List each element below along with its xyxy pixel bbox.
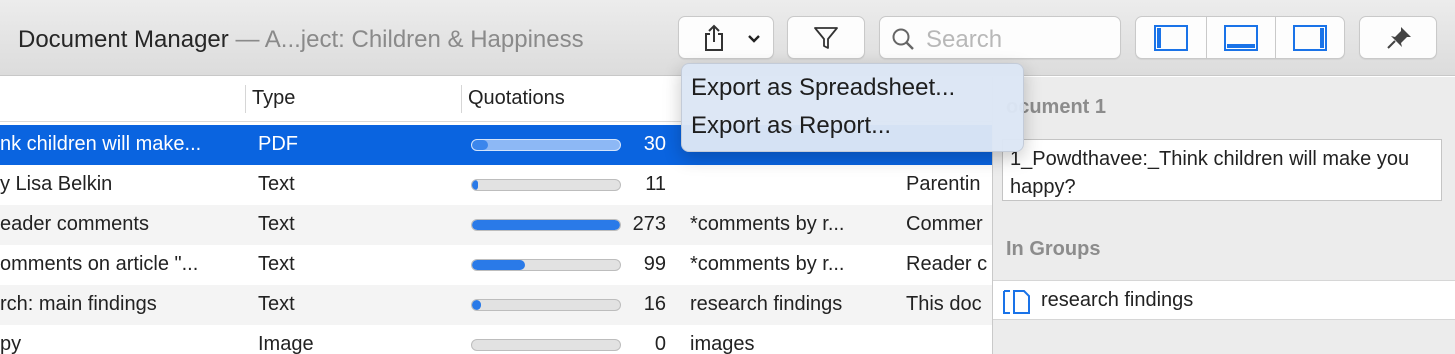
menu-item-export-report[interactable]: Export as Report... [691,112,891,140]
groups-cell: images [690,333,755,354]
column-separator[interactable] [245,85,246,113]
menu-item-export-spreadsheet[interactable]: Export as Spreadsheet... [691,74,955,102]
share-icon [705,24,723,51]
quotation-count-cell: 273 [632,213,666,235]
document-type-cell: Text [258,293,295,315]
quotation-bar [471,299,621,311]
groups-cell: research findings [690,293,843,315]
comment-cell: Reader c [906,253,988,275]
quotation-bar-fill [472,140,489,150]
table-row[interactable]: omments on article "... Text 99 *comments b… [0,245,992,285]
document-type-cell: Text [258,253,295,275]
document-name-cell: rch: main findings [0,293,157,315]
layout-segmented-control [1135,16,1345,59]
filter-button[interactable] [787,16,865,59]
share-button[interactable] [678,16,774,59]
column-header-type[interactable]: Type [252,87,295,110]
chevron-down-icon[interactable] [747,34,761,44]
quotation-count-cell: 11 [645,173,666,195]
column-separator[interactable] [461,85,462,113]
quotation-bar [471,219,621,231]
search-field[interactable]: Search [879,16,1121,59]
quotation-bar-fill [472,220,620,230]
table-row[interactable]: y Lisa Belkin Text 11 Parentin [0,165,992,205]
pin-icon [1387,27,1411,49]
comment-cell: Parentin [906,173,981,195]
quotation-count-cell: 0 [654,333,666,354]
document-name-cell: eader comments [0,213,149,235]
document-type-cell: PDF [258,133,298,155]
panel-bottom-icon [1224,25,1258,51]
quotation-bar [471,259,621,271]
inspector-groups-heading: In Groups [1006,238,1101,260]
search-icon [892,28,914,50]
comment-cell: This doc [906,293,982,315]
quotation-bar [471,139,621,151]
column-header-quotations[interactable]: Quotations [468,87,565,110]
quotation-count-cell: 99 [643,253,666,275]
document-name-cell: omments on article "... [0,253,199,275]
quotation-bar [471,179,621,191]
table-row[interactable]: py Image 0 images [0,325,992,354]
window-subtitle: A...ject: Children & Happiness [264,26,584,53]
sidebar-right-icon [1293,25,1327,51]
filter-icon [814,27,838,49]
search-input[interactable]: Search [926,26,1002,54]
document-type-cell: Text [258,173,295,195]
comment-cell: Commer [906,213,983,235]
pin-button[interactable] [1359,16,1437,59]
document-name-cell: nk children will make... [0,133,202,155]
layout-bottom-button[interactable] [1207,17,1275,58]
inspector-panel: ocument 1 1_Powdthavee:_Think children w… [992,77,1455,354]
document-icon [1003,290,1030,314]
group-label: research findings [1041,289,1194,311]
layout-left-button[interactable] [1136,17,1206,58]
export-menu: Export as Spreadsheet... Export as Repor… [681,63,1024,152]
window-title-separator: — [228,26,265,53]
document-type-cell: Text [258,213,295,235]
quotation-bar-fill [472,260,526,270]
groups-cell: *comments by r... [690,213,845,235]
quotation-count-cell: 30 [643,133,666,155]
document-name-cell: py [0,333,22,354]
table-row[interactable]: eader comments Text 273 *comments by r... Co… [0,205,992,245]
group-list-item[interactable]: research findings [993,280,1455,320]
quotation-bar [471,339,621,351]
window-title: Document Manager — A...ject: Children & … [18,26,584,54]
document-name-field[interactable]: 1_Powdthavee:_Think children will make y… [1002,139,1442,201]
table-row[interactable]: rch: main findings Text 16 research finding… [0,285,992,325]
layout-right-button[interactable] [1276,17,1344,58]
document-type-cell: Image [258,333,314,354]
sidebar-left-icon [1154,25,1188,51]
window-title-main: Document Manager [18,26,229,53]
quotation-count-cell: 16 [643,293,666,315]
groups-cell: *comments by r... [690,253,845,275]
quotation-bar-fill [472,300,481,310]
quotation-bar-fill [472,180,478,190]
document-name-cell: y Lisa Belkin [0,173,113,195]
